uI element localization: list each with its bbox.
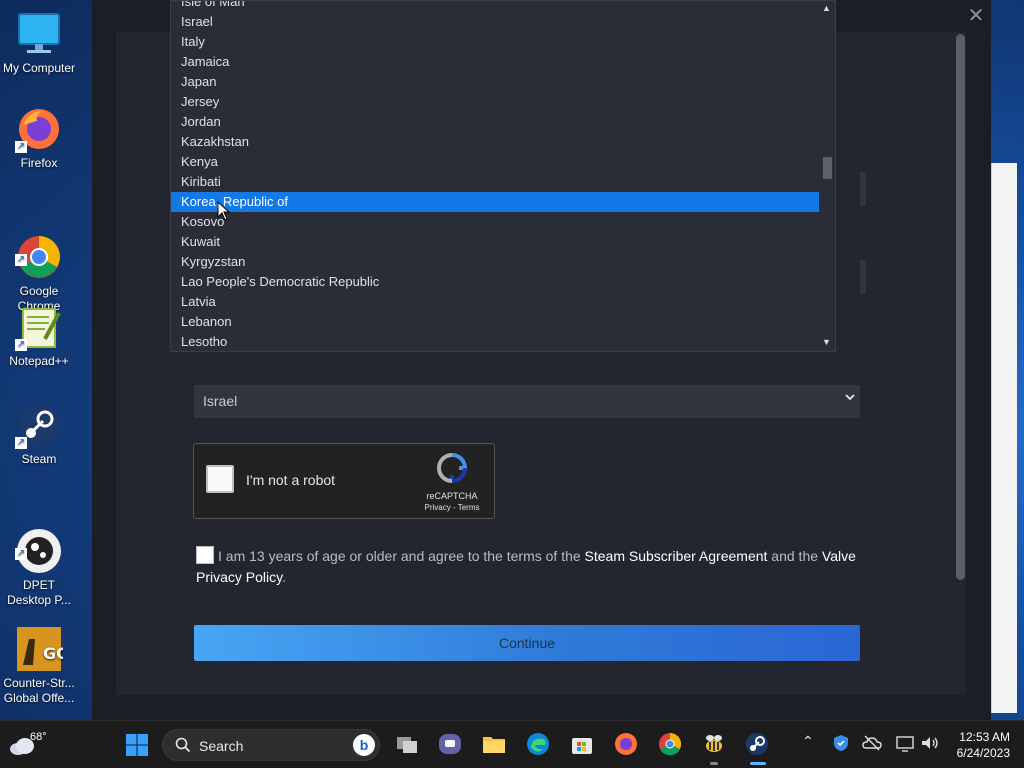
recaptcha-icon [436, 453, 468, 484]
dropdown-scrollbar[interactable]: ▲ ▼ [819, 1, 835, 351]
country-option[interactable]: Jamaica [171, 52, 819, 72]
country-option[interactable]: Kosovo [171, 212, 819, 232]
country-option[interactable]: Lao People's Democratic Republic [171, 272, 819, 292]
tray-overflow-chevron-icon[interactable]: ⌃ [802, 733, 814, 750]
recaptcha-logo: reCAPTCHA Privacy - Terms [422, 452, 482, 512]
close-icon[interactable]: ✕ [966, 6, 986, 26]
hidden-field-edge [860, 172, 866, 206]
desktop-icon-label: Firefox [20, 156, 58, 170]
defender-shield-icon[interactable] [832, 734, 850, 752]
desktop-icon-label: Counter-Str... Global Offe... [3, 676, 75, 705]
country-dropdown-list: Isle of Man Israel Italy Jamaica Japan J… [170, 0, 836, 352]
shortcut-arrow-icon: ↗ [15, 339, 27, 351]
desktop-icon-label: My Computer [2, 61, 76, 75]
subscriber-agreement-link[interactable]: Steam Subscriber Agreement [585, 548, 768, 564]
firefox-taskbar-icon[interactable] [613, 731, 639, 757]
bing-icon[interactable]: b [353, 734, 375, 756]
start-button[interactable] [125, 733, 149, 757]
shortcut-arrow-icon: ↗ [15, 548, 27, 560]
firefox-icon: ↗ [15, 105, 63, 153]
recaptcha-privacy-terms-link[interactable]: Privacy - Terms [422, 503, 482, 512]
agreement-row: I am 13 years of age or older and agree … [196, 546, 866, 588]
active-indicator [750, 762, 766, 765]
country-option[interactable]: Kazakhstan [171, 132, 819, 152]
file-explorer-icon[interactable] [481, 731, 507, 757]
country-option[interactable]: Kyrgyzstan [171, 252, 819, 272]
clock-date: 6/24/2023 [956, 746, 1010, 760]
continue-button[interactable]: Continue [194, 625, 860, 661]
search-icon [175, 737, 191, 753]
country-option[interactable]: Jersey [171, 92, 819, 112]
teams-chat-icon[interactable] [437, 731, 463, 757]
weather-temperature: 68° [30, 731, 47, 743]
scroll-up-arrow-icon[interactable]: ▲ [822, 3, 831, 13]
microsoft-store-icon[interactable] [569, 731, 595, 757]
clock-time: 12:53 AM [959, 730, 1010, 744]
desktop-icon-label: Notepad++ [9, 354, 69, 368]
shortcut-arrow-icon: ↗ [15, 254, 27, 266]
desktop-icon-my-computer[interactable]: My Computer [2, 10, 76, 76]
windows-logo-icon [126, 734, 148, 756]
desktop-icon-notepadpp[interactable]: ↗ Notepad++ [2, 303, 76, 369]
country-option[interactable]: Italy [171, 32, 819, 52]
country-option[interactable]: Israel [171, 12, 819, 32]
chrome-taskbar-icon[interactable] [657, 731, 683, 757]
hidden-field-edge [860, 260, 866, 294]
desktop-icon-label: Steam [21, 452, 57, 466]
steam-taskbar-icon[interactable] [744, 731, 770, 757]
desktop-icon-dpet[interactable]: ↗ DPET Desktop P... [2, 497, 76, 608]
svg-text:GO: GO [43, 644, 63, 663]
csgo-icon: GO [15, 610, 70, 671]
monitor-icon [15, 10, 63, 58]
country-option[interactable]: Kiribati [171, 172, 819, 192]
dropdown-scroll-thumb[interactable] [823, 157, 832, 179]
clock[interactable]: 12:53 AM 6/24/2023 [950, 729, 1010, 761]
desktop-icon-firefox[interactable]: ↗ Firefox [2, 105, 76, 171]
notepadpp-icon: ↗ [15, 303, 63, 351]
weather-widget[interactable]: 68° [8, 729, 48, 759]
scroll-down-arrow-icon[interactable]: ▼ [822, 337, 831, 347]
country-select-value: Israel [203, 393, 238, 409]
country-option[interactable]: Jordan [171, 112, 819, 132]
desktop-icon-steam[interactable]: ↗ Steam [2, 401, 76, 467]
country-option[interactable]: Isle of Man [171, 1, 819, 12]
shortcut-arrow-icon: ↗ [15, 437, 27, 449]
shortcut-arrow-icon: ↗ [15, 141, 27, 153]
background-window-edge [991, 163, 1017, 713]
country-option[interactable]: Kuwait [171, 232, 819, 252]
agreement-text: I am 13 years of age or older and agree … [218, 548, 585, 564]
recaptcha-brand: reCAPTCHA [426, 491, 478, 501]
edge-browser-icon[interactable] [525, 731, 551, 757]
desktop-icon-chrome[interactable]: ↗ Google Chrome [2, 203, 76, 314]
chrome-icon: ↗ [15, 218, 63, 278]
country-option[interactable]: Lesotho [171, 332, 819, 351]
bee-app-icon[interactable] [701, 731, 727, 757]
search-label: Search [199, 738, 244, 754]
agreement-text-mid: and the [767, 548, 822, 564]
agreement-text-end: . [282, 569, 286, 585]
desktop-icon-csgo[interactable]: GO Counter-Str... Global Offe... [2, 595, 76, 706]
steam-icon: ↗ [15, 401, 63, 449]
recaptcha-widget: I'm not a robot reCAPTCHA Privacy - Term… [193, 443, 495, 519]
network-icon[interactable] [895, 734, 915, 752]
volume-icon[interactable] [920, 734, 940, 752]
recaptcha-checkbox[interactable] [206, 465, 234, 493]
country-option[interactable]: Japan [171, 72, 819, 92]
country-select[interactable]: Israel [194, 385, 860, 418]
chevron-down-icon [844, 391, 856, 406]
task-view-icon[interactable] [394, 731, 420, 757]
country-option-highlighted[interactable]: Korea, Republic of [171, 192, 819, 212]
country-option[interactable]: Lebanon [171, 312, 819, 332]
taskbar-search-box[interactable]: Search b [162, 729, 380, 761]
country-option[interactable]: Latvia [171, 292, 819, 312]
running-indicator [710, 762, 718, 765]
taskbar: 68° Search b ⌃ 12:53 AM 6/24/2023 [0, 720, 1024, 768]
agreement-checkbox[interactable] [196, 546, 214, 564]
mouse-cursor-icon [217, 200, 231, 221]
recaptcha-label: I'm not a robot [246, 472, 336, 488]
dialog-scrollbar[interactable] [956, 34, 965, 580]
country-option[interactable]: Kenya [171, 152, 819, 172]
onedrive-offline-icon[interactable] [862, 734, 882, 752]
dpet-icon: ↗ [15, 512, 63, 573]
